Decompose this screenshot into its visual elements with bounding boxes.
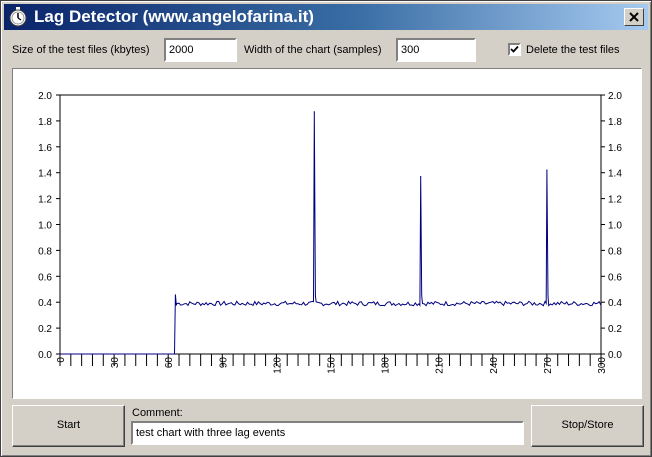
- x-tick-label: 180: [381, 357, 392, 374]
- x-tick-label: 240: [489, 357, 500, 374]
- x-tick-label: 210: [435, 357, 446, 374]
- y-tick-label-left: 1.6: [38, 143, 52, 154]
- x-tick-label: 300: [597, 357, 608, 374]
- file-size-input[interactable]: 2000: [164, 38, 237, 62]
- y-tick-label-right: 1.0: [608, 221, 622, 232]
- y-tick-label-right: 0.0: [608, 350, 622, 361]
- y-tick-label-left: 2.0: [38, 91, 52, 102]
- close-button[interactable]: [624, 8, 644, 26]
- lag-detector-window: Lag Detector (www.angelofarina.it) Size …: [0, 0, 652, 457]
- comment-label: Comment:: [132, 407, 183, 419]
- plot-frame: [59, 94, 602, 355]
- x-tick-label: 30: [110, 357, 121, 369]
- checkmark-icon: [510, 45, 519, 53]
- y-tick-label-left: 0.0: [38, 350, 52, 361]
- chart-width-label: Width of the chart (samples): [244, 44, 382, 56]
- stop-store-button[interactable]: Stop/Store: [531, 405, 644, 447]
- y-tick-label-left: 1.2: [38, 195, 52, 206]
- y-tick-label-left: 1.4: [38, 169, 52, 180]
- y-tick-label-left: 0.6: [38, 272, 52, 283]
- y-tick-label-right: 1.6: [608, 143, 622, 154]
- y-tick-label-left: 0.8: [38, 246, 52, 257]
- y-tick-label-right: 1.4: [608, 169, 622, 180]
- y-tick-label-right: 1.8: [608, 117, 622, 128]
- window-title: Lag Detector (www.angelofarina.it): [34, 7, 314, 26]
- y-tick-label-right: 2.0: [608, 91, 622, 102]
- lag-chart: 0.0 0.0 0.2 0.2 0.4 0.4 0.6 0.6 0.8 0.8 1.0 1.0 1.2 1…: [12, 68, 642, 399]
- lag-spike-point: [420, 175, 422, 178]
- stopwatch-icon: [9, 7, 27, 27]
- delete-files-label: Delete the test files: [526, 44, 620, 56]
- lag-spike-point: [546, 169, 548, 171]
- file-size-label: Size of the test files (kbytes): [12, 44, 150, 56]
- x-tick-label: 150: [327, 357, 338, 374]
- delete-files-checkbox[interactable]: [508, 43, 521, 56]
- x-tick-label: 60: [164, 357, 175, 369]
- y-tick-label-right: 1.2: [608, 195, 622, 206]
- x-tick-label: 120: [272, 357, 283, 374]
- title-bar[interactable]: Lag Detector (www.angelofarina.it): [4, 4, 648, 30]
- close-icon: [629, 12, 639, 22]
- y-tick-label-left: 1.0: [38, 221, 52, 232]
- y-tick-label-left: 0.4: [38, 298, 52, 309]
- y-tick-label-left: 1.8: [38, 117, 52, 128]
- x-tick-label: 0: [56, 357, 67, 363]
- start-button[interactable]: Start: [12, 405, 125, 447]
- lag-chart-svg: 0.0 0.0 0.2 0.2 0.4 0.4 0.6 0.6 0.8 0.8 1.0 1.0 1.2 1…: [38, 91, 622, 374]
- lag-series-line: [60, 111, 602, 355]
- y-tick-label-right: 0.8: [608, 246, 622, 257]
- lag-spike-point: [313, 111, 315, 113]
- x-tick-label: 270: [543, 357, 554, 374]
- x-tick-label: 90: [218, 357, 229, 369]
- chart-width-input[interactable]: 300: [396, 38, 476, 62]
- y-tick-label-left: 0.2: [38, 324, 52, 335]
- y-tick-label-right: 0.6: [608, 272, 622, 283]
- y-tick-label-right: 0.2: [608, 324, 622, 335]
- y-tick-label-right: 0.4: [608, 298, 622, 309]
- comment-input[interactable]: test chart with three lag events: [131, 421, 524, 445]
